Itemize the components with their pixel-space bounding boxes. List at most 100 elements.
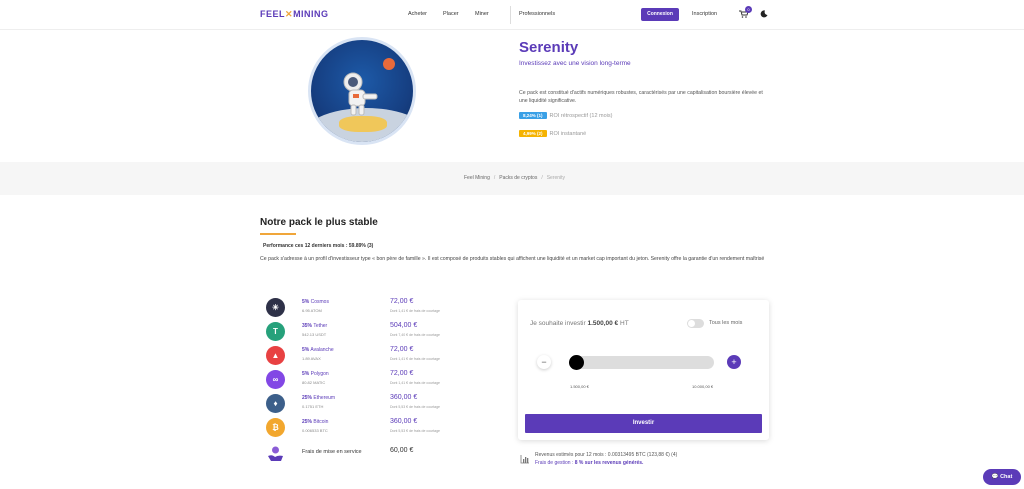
asset-value: 72,00 € <box>390 298 414 305</box>
monthly-toggle[interactable] <box>687 319 704 328</box>
fees-prefix: Frais de gestion : <box>535 460 574 466</box>
chat-bubble-icon: 💬 <box>991 474 999 480</box>
hand-coin-icon <box>266 444 285 463</box>
asset-pct: 5% <box>302 299 310 305</box>
chart-bars-icon <box>520 455 529 464</box>
estimated-revenue: Revenus estimés pour 12 mois : 0.0031349… <box>535 452 678 458</box>
avalanche-icon: ▲ <box>266 346 285 365</box>
asset-allocation: 35% Tether <box>302 323 327 329</box>
connexion-button[interactable]: Connexion <box>641 8 679 21</box>
performance-text: Performance ces 12 derniers mois : 59.89… <box>263 243 374 249</box>
nav-divider <box>510 6 511 24</box>
section-title-underline <box>260 233 296 235</box>
breadcrumb: Feel Mining / Packs de cryptos / Serenity <box>464 175 565 181</box>
pack-title: Serenity <box>519 39 579 56</box>
investir-button[interactable]: Investir <box>525 414 762 433</box>
cart-count-badge: 0 <box>745 6 752 13</box>
monthly-toggle-label: Tous les mois <box>709 320 743 326</box>
asset-value: 504,00 € <box>390 322 418 329</box>
breadcrumb-separator: / <box>493 175 496 181</box>
asset-allocation: 5% Cosmos <box>302 299 329 305</box>
roi-retrospective-label: ROI rétrospectif (12 mois) <box>549 113 613 119</box>
asset-name: Tether <box>313 323 328 329</box>
breadcrumb-packs[interactable]: Packs de cryptos <box>499 175 537 181</box>
asset-pct: 5% <box>302 347 310 353</box>
fees-value: 8 % sur les revenus générés. <box>574 460 644 466</box>
asset-name: Polygon <box>310 371 329 377</box>
roi-retrospective: 8,24% (1) ROI rétrospectif (12 mois) <box>519 112 612 119</box>
bitcoin-icon: ₿ <box>266 418 285 437</box>
asset-quantity: 0.006533 BTC <box>302 428 328 433</box>
section-title: Notre pack le plus stable <box>260 217 378 228</box>
breadcrumb-current: Serenity <box>546 175 566 181</box>
nav-link-professionnels[interactable]: Professionnels <box>519 11 555 17</box>
asset-pct: 25% <box>302 395 313 401</box>
management-fees: Frais de gestion : 8 % sur les revenus g… <box>535 460 643 466</box>
amount-slider-track[interactable] <box>570 356 714 369</box>
tether-icon: T <box>266 322 285 341</box>
nav-link-placer[interactable]: Placer <box>443 11 459 17</box>
asset-allocation: 5% Polygon <box>302 371 329 377</box>
asset-allocation: 25% Ethereum <box>302 395 335 401</box>
asset-fee: Dont 7,40 € de frais de courtage <box>390 333 441 337</box>
asset-value: 72,00 € <box>390 370 414 377</box>
asset-value: 72,00 € <box>390 346 414 353</box>
asset-pct: 25% <box>302 419 313 425</box>
asset-fee: Dont 1,41 € de frais de courtage <box>390 309 441 313</box>
asset-value: 360,00 € <box>390 394 418 401</box>
frais-value: 60,00 € <box>390 447 414 454</box>
roi-retrospective-badge: 8,24% (1) <box>519 112 547 119</box>
polygon-icon: ∞ <box>266 370 285 389</box>
breadcrumb-separator: / <box>541 175 543 181</box>
decrease-button[interactable]: − <box>537 355 551 369</box>
section-description: Ce pack s'adresse à un profil d'investis… <box>260 256 765 262</box>
asset-name: Ethereum <box>313 395 336 401</box>
chat-button[interactable]: 💬 Chat <box>983 469 1021 485</box>
asset-quantity: 0.1751 ETH <box>302 404 324 409</box>
breadcrumb-home[interactable]: Feel Mining <box>464 175 490 181</box>
asset-quantity: 1.89 AVAX <box>302 356 321 361</box>
investment-card: Je souhaite investir 1.500,00 € HT Tous … <box>518 300 769 440</box>
roi-instant: 4,99% (2) ROI instantané <box>519 130 586 137</box>
planet-icon <box>383 58 395 70</box>
top-navbar: FEEL✕MINING Acheter Placer Miner Profess… <box>0 0 1024 30</box>
increase-button[interactable]: + <box>727 355 741 369</box>
asset-name: Avalanche <box>310 347 334 353</box>
invest-label-suffix: HT <box>620 320 629 327</box>
chat-label: Chat <box>1000 474 1013 480</box>
invest-label-prefix: Je souhaite investir <box>530 320 586 327</box>
astronaut-icon <box>343 72 378 116</box>
feel-mining-logo[interactable]: FEEL✕MINING <box>260 9 329 20</box>
slider-max-label: 10.000,00 € <box>692 384 714 389</box>
asset-pct: 5% <box>302 371 310 377</box>
gold-coins-pile <box>339 116 387 132</box>
logo-x-icon: ✕ <box>285 9 294 19</box>
asset-fee: Dont 1,41 € de frais de courtage <box>390 381 441 385</box>
nav-link-acheter[interactable]: Acheter <box>408 11 427 17</box>
logo-text-left: FEEL <box>260 9 286 19</box>
invest-amount: 1.500,00 € <box>587 320 619 327</box>
asset-allocation: 25% Bitcoin <box>302 419 328 425</box>
asset-allocation: 5% Avalanche <box>302 347 334 353</box>
roi-instant-label: ROI instantané <box>549 131 587 137</box>
inscription-link[interactable]: Inscription <box>692 11 717 17</box>
asset-pct: 35% <box>302 323 313 329</box>
frais-label: Frais de mise en service <box>302 449 362 455</box>
serenity-astronaut-illustration <box>308 37 416 145</box>
slider-min-label: 1.500,00 € <box>570 384 589 389</box>
asset-value: 360,00 € <box>390 418 418 425</box>
amount-slider-thumb[interactable] <box>569 355 584 370</box>
dark-mode-moon-icon[interactable] <box>760 10 768 20</box>
asset-fee: Dont 1,41 € de frais de courtage <box>390 357 441 361</box>
invest-amount-label: Je souhaite investir 1.500,00 € HT <box>530 320 629 327</box>
logo-text-right: MINING <box>293 9 329 19</box>
pack-subtitle: Investissez avec une vision long-terme <box>519 60 631 67</box>
asset-quantity: 6.95 ATOM <box>302 308 322 313</box>
nav-link-miner[interactable]: Miner <box>475 11 489 17</box>
ethereum-icon: ♦ <box>266 394 285 413</box>
roi-instant-badge: 4,99% (2) <box>519 130 547 137</box>
asset-name: Bitcoin <box>313 419 329 425</box>
cosmos-icon: ✳ <box>266 298 285 317</box>
asset-fee: Dont 5,53 € de frais de courtage <box>390 405 441 409</box>
asset-fee: Dont 5,53 € de frais de courtage <box>390 429 441 433</box>
